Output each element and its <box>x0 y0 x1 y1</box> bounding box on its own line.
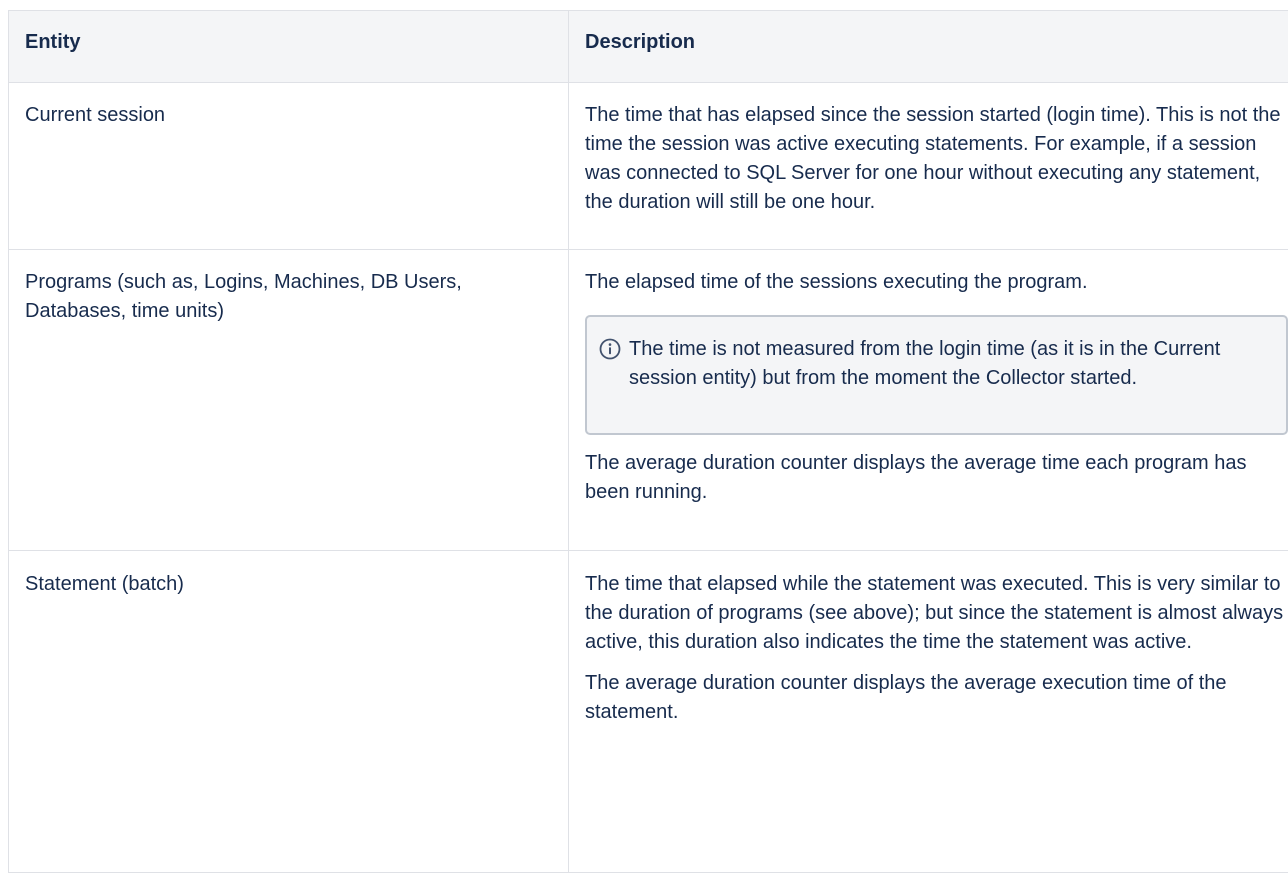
info-icon <box>599 338 621 360</box>
description-paragraph: The time that has elapsed since the sess… <box>585 101 1288 217</box>
header-description: Description <box>569 11 1288 83</box>
description-cell: The time that has elapsed since the sess… <box>569 83 1288 250</box>
info-panel-text: The time is not measured from the login … <box>629 335 1270 393</box>
description-paragraph: The average duration counter displays th… <box>585 669 1288 727</box>
description-paragraph: The average duration counter displays th… <box>585 449 1288 507</box>
table-header-row: Entity Description <box>9 11 1288 83</box>
table-row: Statement (batch) The time that elapsed … <box>9 551 1288 873</box>
description-cell: The elapsed time of the sessions executi… <box>569 250 1288 551</box>
info-panel: The time is not measured from the login … <box>585 315 1288 435</box>
entity-cell: Statement (batch) <box>9 551 569 873</box>
duration-entity-table: Entity Description Current session The t… <box>8 10 1288 873</box>
entity-cell: Programs (such as, Logins, Machines, DB … <box>9 250 569 551</box>
table-row: Programs (such as, Logins, Machines, DB … <box>9 250 1288 551</box>
table-row: Current session The time that has elapse… <box>9 83 1288 250</box>
description-paragraph: The elapsed time of the sessions executi… <box>585 268 1288 297</box>
entity-cell: Current session <box>9 83 569 250</box>
description-cell: The time that elapsed while the statemen… <box>569 551 1288 873</box>
header-entity: Entity <box>9 11 569 83</box>
duration-table-container: Entity Description Current session The t… <box>8 10 1288 873</box>
description-paragraph: The time that elapsed while the statemen… <box>585 570 1288 657</box>
